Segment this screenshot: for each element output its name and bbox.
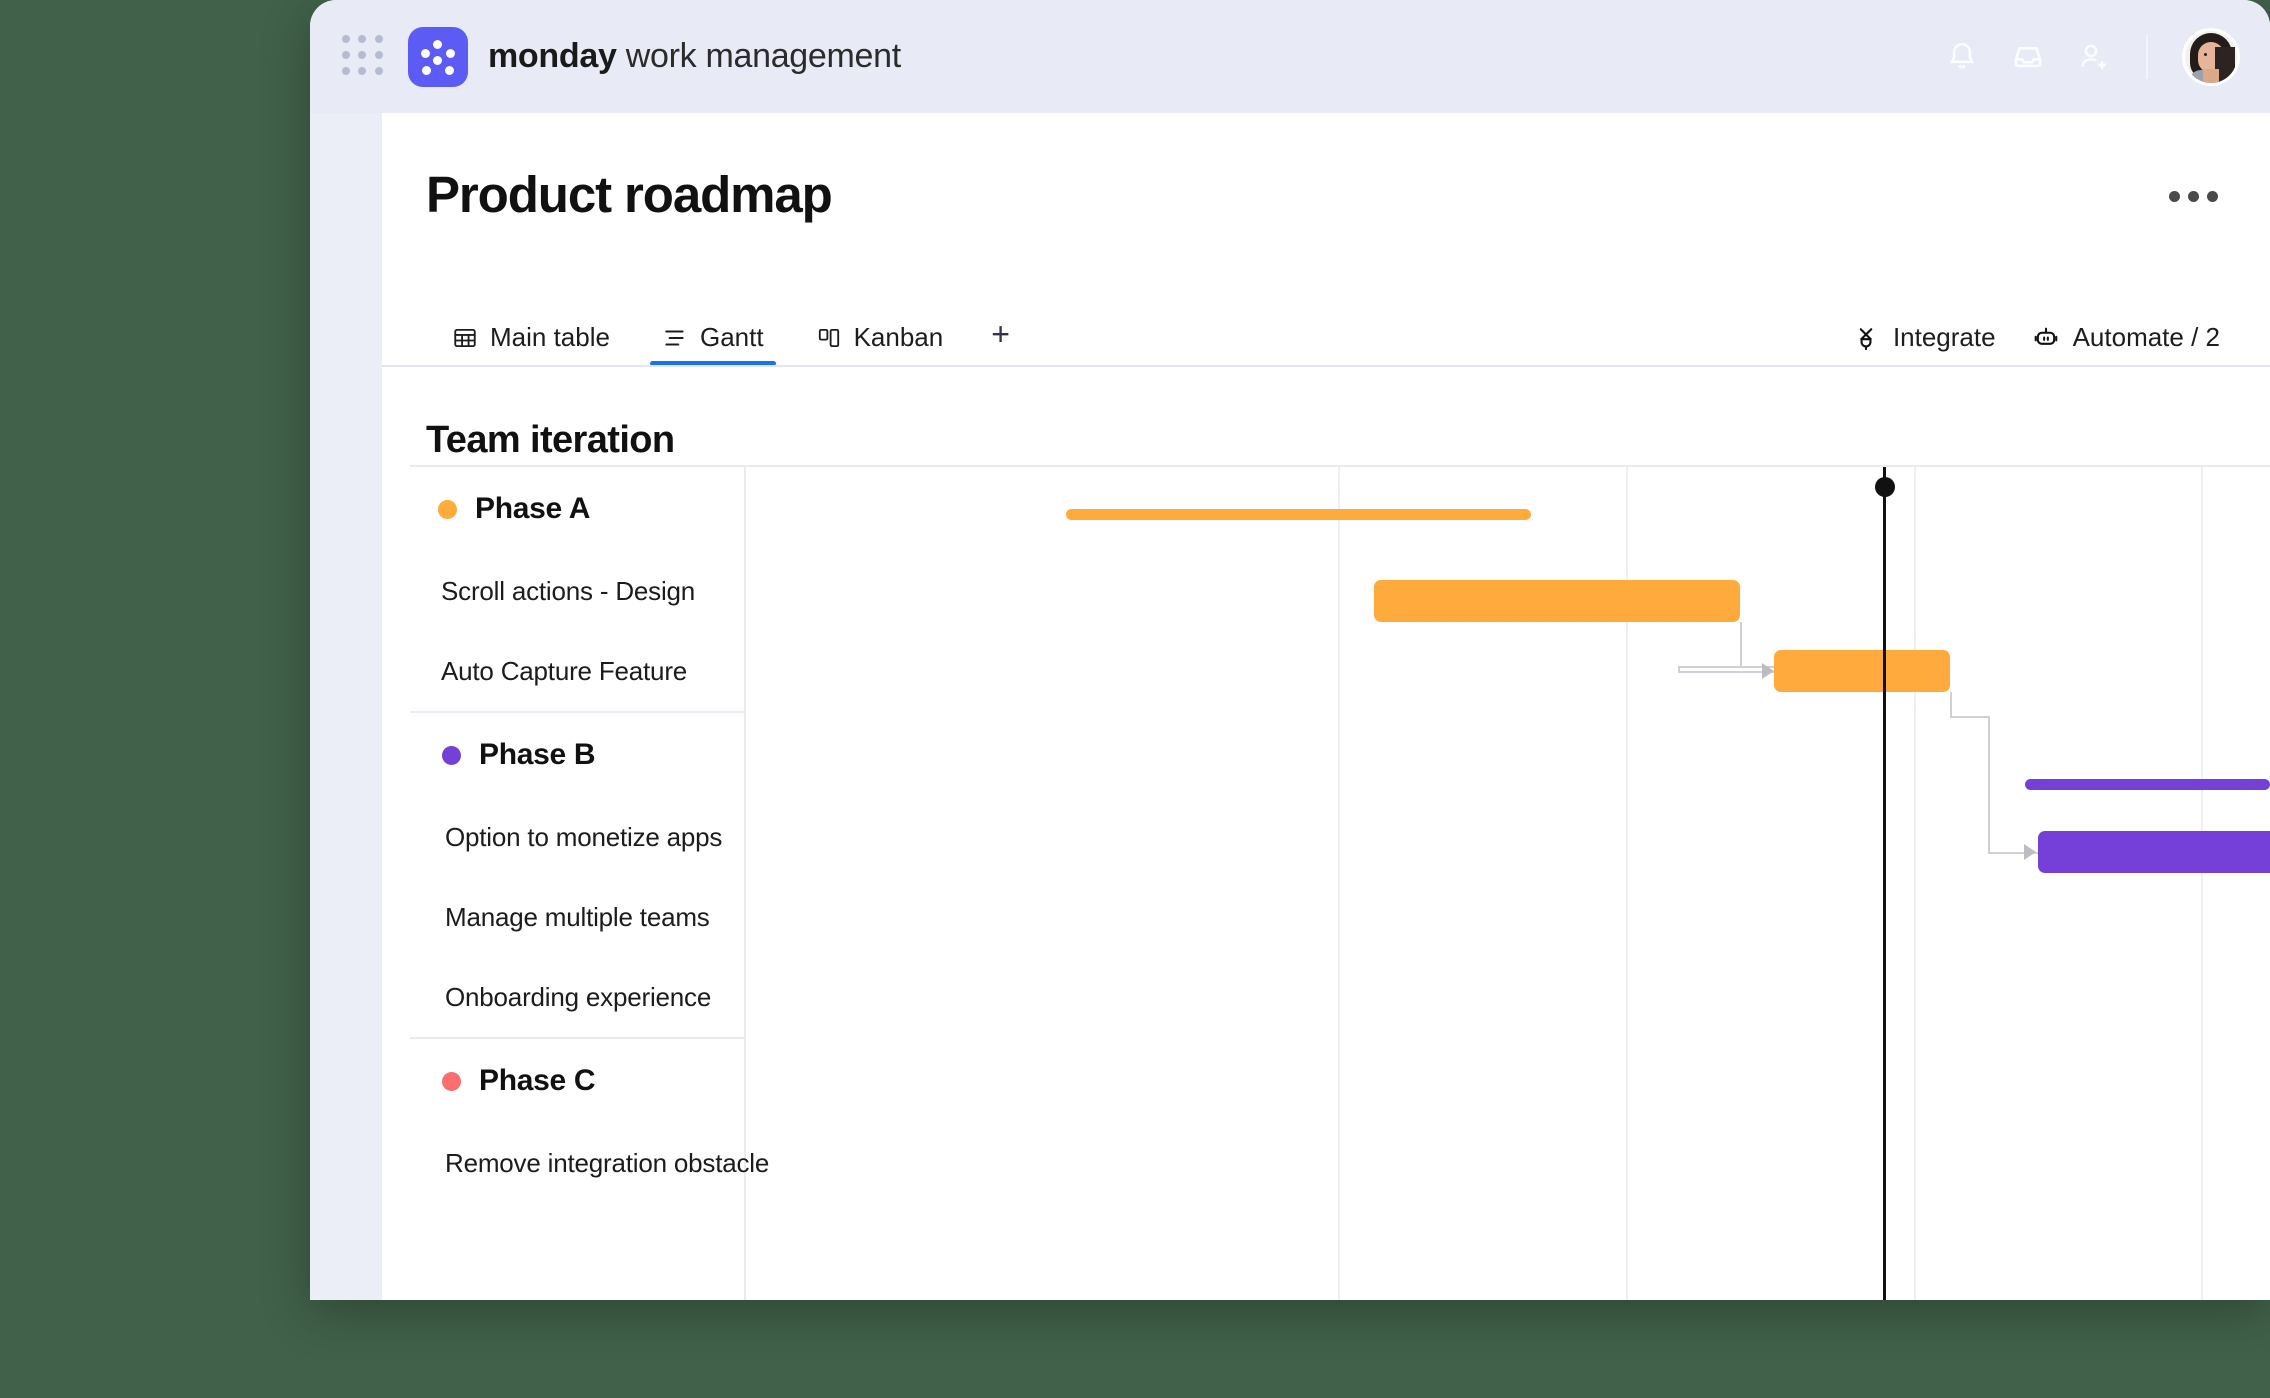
task-label: Manage multiple teams xyxy=(445,901,710,932)
gantt-view: Team iteration Phase A Scroll actions - … xyxy=(382,367,2270,1300)
notifications-icon[interactable] xyxy=(1944,39,1980,75)
gantt-link xyxy=(1678,671,1774,673)
list-item[interactable]: Manage multiple teams xyxy=(410,877,744,957)
brand-title: monday work management xyxy=(488,37,901,76)
tab-main-table[interactable]: Main table xyxy=(426,322,636,366)
gantt-link xyxy=(1950,716,1990,718)
task-group-phase-b: Phase B Option to monetize apps Manage m… xyxy=(410,713,744,1039)
brand-product: work management xyxy=(625,37,901,75)
header-divider xyxy=(2146,34,2148,79)
tab-kanban[interactable]: Kanban xyxy=(790,322,970,366)
gantt-chart-area[interactable] xyxy=(748,467,2270,1300)
tab-label: Main table xyxy=(490,322,610,352)
apps-grid-icon[interactable] xyxy=(342,34,386,79)
header-actions xyxy=(1944,27,2240,86)
app-window: monday work management Product roadmap M… xyxy=(310,0,2270,1300)
today-marker-dot xyxy=(1875,477,1895,497)
avatar[interactable] xyxy=(2182,27,2240,86)
task-label: Auto Capture Feature xyxy=(441,655,688,686)
group-header[interactable]: Phase A xyxy=(410,467,744,551)
list-item[interactable]: Scroll actions - Design xyxy=(410,551,744,631)
group-color-dot xyxy=(442,1071,461,1091)
kanban-icon xyxy=(816,325,842,351)
monday-logo-icon[interactable] xyxy=(408,26,468,87)
group-color-dot xyxy=(442,745,461,765)
list-item[interactable]: Option to monetize apps xyxy=(410,797,744,877)
task-label: Onboarding experience xyxy=(445,981,712,1012)
page-title: Product roadmap xyxy=(426,166,833,223)
board-tools: Integrate Automate / 2 xyxy=(1852,322,2220,366)
list-item[interactable]: Onboarding experience xyxy=(410,957,744,1037)
list-item[interactable]: Auto Capture Feature xyxy=(410,631,744,711)
automate-button[interactable]: Automate / 2 xyxy=(2032,322,2220,353)
robot-icon xyxy=(2032,324,2060,352)
gantt-task-panel: Phase A Scroll actions - Design Auto Cap… xyxy=(410,467,769,1300)
gantt-summary-bar-phase-a[interactable] xyxy=(1066,509,1531,520)
group-label: Phase C xyxy=(479,1064,596,1097)
brand-name: monday xyxy=(488,37,617,75)
group-color-dot xyxy=(438,499,457,519)
table-icon xyxy=(452,325,478,351)
view-tabs: Main table Gantt Kanban + xyxy=(426,318,1032,366)
gantt-gridline xyxy=(2201,467,2203,1300)
gantt-group-title: Team iteration xyxy=(426,419,675,461)
gantt-link xyxy=(1678,666,1680,672)
gantt-link xyxy=(1988,716,1990,854)
gantt-summary-bar-phase-b[interactable] xyxy=(2025,779,2270,790)
view-tabs-bar: Main table Gantt Kanban + Integrate Auto… xyxy=(382,303,2270,366)
board-more-menu-button[interactable] xyxy=(2161,183,2226,210)
gantt-icon xyxy=(662,325,688,351)
list-item[interactable]: Remove integration obstacle xyxy=(410,1123,769,1203)
tab-label: Kanban xyxy=(853,322,944,352)
group-header[interactable]: Phase C xyxy=(410,1039,744,1123)
top-header-bar: monday work management xyxy=(310,0,2270,113)
tool-label: Automate / 2 xyxy=(2072,322,2220,352)
board-content: Product roadmap Main table Gantt Kanban … xyxy=(382,113,2270,1300)
gantt-bar-option-to-monetize-apps[interactable] xyxy=(2038,831,2270,873)
task-label: Scroll actions - Design xyxy=(441,575,696,606)
desktop-background: monday work management Product roadmap M… xyxy=(0,0,2270,1398)
gantt-link-arrow xyxy=(2024,844,2036,860)
inbox-icon[interactable] xyxy=(2010,39,2046,75)
task-group-phase-a: Phase A Scroll actions - Design Auto Cap… xyxy=(410,467,744,713)
tab-label: Gantt xyxy=(699,322,764,352)
add-view-button[interactable]: + xyxy=(969,318,1032,366)
task-group-phase-c: Phase C Remove integration obstacle xyxy=(410,1039,769,1203)
gantt-gridline xyxy=(1338,467,1340,1300)
integrate-button[interactable]: Integrate xyxy=(1852,322,1996,353)
gantt-bar-auto-capture-feature[interactable] xyxy=(1774,650,1950,692)
gantt-link-arrow xyxy=(1762,663,1774,679)
gantt-link xyxy=(1740,622,1742,668)
group-label: Phase A xyxy=(475,492,591,525)
group-header[interactable]: Phase B xyxy=(410,713,744,797)
gantt-bar-scroll-actions-design[interactable] xyxy=(1374,580,1740,622)
today-marker-line xyxy=(1883,467,1886,1300)
invite-member-icon[interactable] xyxy=(2076,39,2112,75)
gantt-link xyxy=(1950,692,1952,718)
plug-icon xyxy=(1852,324,1880,352)
gantt-gridline xyxy=(1914,467,1916,1300)
tab-gantt[interactable]: Gantt xyxy=(636,322,790,366)
group-label: Phase B xyxy=(479,738,596,771)
tool-label: Integrate xyxy=(1892,322,1996,352)
left-sidebar-rail xyxy=(310,113,382,1300)
task-label: Option to monetize apps xyxy=(445,821,723,852)
task-label: Remove integration obstacle xyxy=(445,1147,770,1178)
